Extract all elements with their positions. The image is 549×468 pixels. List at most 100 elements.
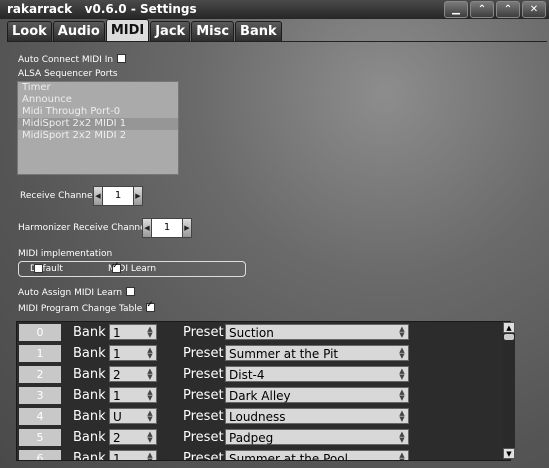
pc-table-label: MIDI Program Change Table xyxy=(18,304,143,314)
bank-select[interactable]: 2 ▲ ▼ xyxy=(109,366,157,382)
program-number[interactable]: 2 xyxy=(19,366,61,383)
bank-label: Bank xyxy=(73,388,106,403)
bank-value: 1 xyxy=(113,389,121,403)
spinner-icon[interactable]: ▲ ▼ xyxy=(397,326,407,339)
port-item[interactable]: Midi Through Port-0 xyxy=(18,106,178,118)
preset-select[interactable]: Dist-4 ▲ ▼ xyxy=(225,366,409,382)
port-item-selected[interactable]: MidiSport 2x2 MIDI 1 xyxy=(18,118,178,130)
auto-assign-checkbox[interactable] xyxy=(126,287,136,296)
table-row: 6 Bank 1 ▲ ▼ Preset Summer at the Pool ▲ ▼ xyxy=(17,448,497,461)
tab-audio[interactable]: Audio xyxy=(52,21,105,41)
receive-channel-counter[interactable]: ◀ 1 ▶ xyxy=(93,186,143,206)
bank-value: 2 xyxy=(113,431,121,445)
tab-midi[interactable]: MIDI xyxy=(105,19,150,41)
receive-channel-value[interactable]: 1 xyxy=(103,186,133,206)
bank-select[interactable]: U ▲ ▼ xyxy=(109,408,157,424)
decrement-icon[interactable]: ◀ xyxy=(142,218,152,238)
pc-table-row[interactable]: MIDI Program Change Table xyxy=(18,300,156,314)
spinner-icon[interactable]: ▲ ▼ xyxy=(145,368,155,381)
preset-label: Preset xyxy=(183,367,224,382)
bank-value: 1 xyxy=(113,326,121,340)
increment-icon[interactable]: ▶ xyxy=(133,186,143,206)
spinner-icon[interactable]: ▲ ▼ xyxy=(145,389,155,402)
program-number[interactable]: 5 xyxy=(19,429,61,446)
decrement-icon[interactable]: ◀ xyxy=(93,186,103,206)
harmonizer-channel-value[interactable]: 1 xyxy=(152,218,182,238)
preset-label: Preset xyxy=(183,325,224,340)
tab-misc[interactable]: Misc xyxy=(191,21,235,41)
table-scrollbar[interactable]: ▲ ▼ xyxy=(503,322,515,459)
harmonizer-channel-counter[interactable]: ◀ 1 ▶ xyxy=(142,218,192,238)
midi-panel: Auto Connect MIDI In ALSA Sequencer Port… xyxy=(7,41,547,465)
preset-select[interactable]: Loudness ▲ ▼ xyxy=(225,408,409,424)
auto-connect-row[interactable]: Auto Connect MIDI In xyxy=(18,54,127,65)
preset-select[interactable]: Summer at the Pool ▲ ▼ xyxy=(225,450,409,461)
auto-connect-label: Auto Connect MIDI In xyxy=(18,55,114,65)
midi-implementation-label: MIDI implementation xyxy=(18,249,113,259)
preset-label: Preset xyxy=(183,388,224,403)
spinner-icon[interactable]: ▲ ▼ xyxy=(397,431,407,444)
close-button[interactable]: ✕ xyxy=(522,1,546,18)
spinner-icon[interactable]: ▲ ▼ xyxy=(145,410,155,423)
preset-value: Summer at the Pit xyxy=(229,347,339,361)
auto-connect-checkbox[interactable] xyxy=(117,54,127,63)
bank-select[interactable]: 1 ▲ ▼ xyxy=(109,345,157,361)
settings-window: rakarrack v0.6.0 - Settings ▁ ⌃ ⌃ ✕ Look… xyxy=(0,0,549,468)
bank-label: Bank xyxy=(73,346,106,361)
table-row: 4 Bank U ▲ ▼ Preset Loudness ▲ ▼ xyxy=(17,406,497,427)
midi-implementation-group: Default MIDI Learn xyxy=(18,261,246,277)
spinner-icon[interactable]: ▲ ▼ xyxy=(397,389,407,402)
spinner-icon[interactable]: ▲ ▼ xyxy=(145,431,155,444)
port-item[interactable]: Timer xyxy=(18,82,178,94)
tab-bank[interactable]: Bank xyxy=(235,21,282,41)
port-item[interactable]: MidiSport 2x2 MIDI 2 xyxy=(18,130,178,142)
alsa-ports-label: ALSA Sequencer Ports xyxy=(18,69,118,79)
program-number[interactable]: 0 xyxy=(19,324,61,341)
tab-jack[interactable]: Jack xyxy=(150,21,191,41)
scrollbar-thumb[interactable] xyxy=(504,334,514,340)
spinner-icon[interactable]: ▲ ▼ xyxy=(397,452,407,461)
title-bar[interactable]: rakarrack v0.6.0 - Settings ▁ ⌃ ⌃ ✕ xyxy=(0,0,549,19)
tab-look[interactable]: Look xyxy=(7,21,52,41)
pc-table-checkbox[interactable] xyxy=(146,300,156,312)
bank-select[interactable]: 1 ▲ ▼ xyxy=(109,387,157,403)
auto-assign-row[interactable]: Auto Assign MIDI Learn xyxy=(18,287,136,298)
bank-label: Bank xyxy=(73,430,106,445)
spinner-icon[interactable]: ▲ ▼ xyxy=(397,368,407,381)
spinner-icon[interactable]: ▲ ▼ xyxy=(397,410,407,423)
minimize-button[interactable]: ▁ xyxy=(444,1,468,18)
port-item[interactable]: Announce xyxy=(18,94,178,106)
preset-value: Padpeg xyxy=(229,431,274,445)
shade-button[interactable]: ⌃ xyxy=(470,1,494,18)
program-number[interactable]: 3 xyxy=(19,387,61,404)
bank-select[interactable]: 2 ▲ ▼ xyxy=(109,429,157,445)
preset-select[interactable]: Suction ▲ ▼ xyxy=(225,324,409,340)
increment-icon[interactable]: ▶ xyxy=(182,218,192,238)
spinner-icon[interactable]: ▲ ▼ xyxy=(397,347,407,360)
preset-select[interactable]: Dark Alley ▲ ▼ xyxy=(225,387,409,403)
program-number[interactable]: 1 xyxy=(19,345,61,362)
bank-value: 1 xyxy=(113,452,121,461)
bank-label: Bank xyxy=(73,325,106,340)
preset-label: Preset xyxy=(183,409,224,424)
spinner-icon[interactable]: ▲ ▼ xyxy=(145,326,155,339)
bank-select[interactable]: 1 ▲ ▼ xyxy=(109,324,157,340)
preset-select[interactable]: Padpeg ▲ ▼ xyxy=(225,429,409,445)
program-number[interactable]: 6 xyxy=(19,450,61,460)
bank-label: Bank xyxy=(73,451,106,461)
alsa-ports-list[interactable]: Timer Announce Midi Through Port-0 MidiS… xyxy=(17,81,179,175)
preset-select[interactable]: Summer at the Pit ▲ ▼ xyxy=(225,345,409,361)
bank-select[interactable]: 1 ▲ ▼ xyxy=(109,450,157,461)
preset-value: Dark Alley xyxy=(229,389,291,403)
table-row: 3 Bank 1 ▲ ▼ Preset Dark Alley ▲ ▼ xyxy=(17,385,497,406)
auto-assign-label: Auto Assign MIDI Learn xyxy=(18,288,123,298)
scroll-up-icon[interactable]: ▲ xyxy=(503,322,515,333)
spinner-icon[interactable]: ▲ ▼ xyxy=(145,347,155,360)
spinner-icon[interactable]: ▲ ▼ xyxy=(145,452,155,461)
scroll-down-icon[interactable]: ▼ xyxy=(503,448,515,459)
program-number[interactable]: 4 xyxy=(19,408,61,425)
bank-value: 2 xyxy=(113,368,121,382)
maximize-button[interactable]: ⌃ xyxy=(496,1,520,18)
impl-default-checkbox[interactable] xyxy=(34,264,43,273)
impl-learn-checkbox[interactable] xyxy=(112,261,121,273)
